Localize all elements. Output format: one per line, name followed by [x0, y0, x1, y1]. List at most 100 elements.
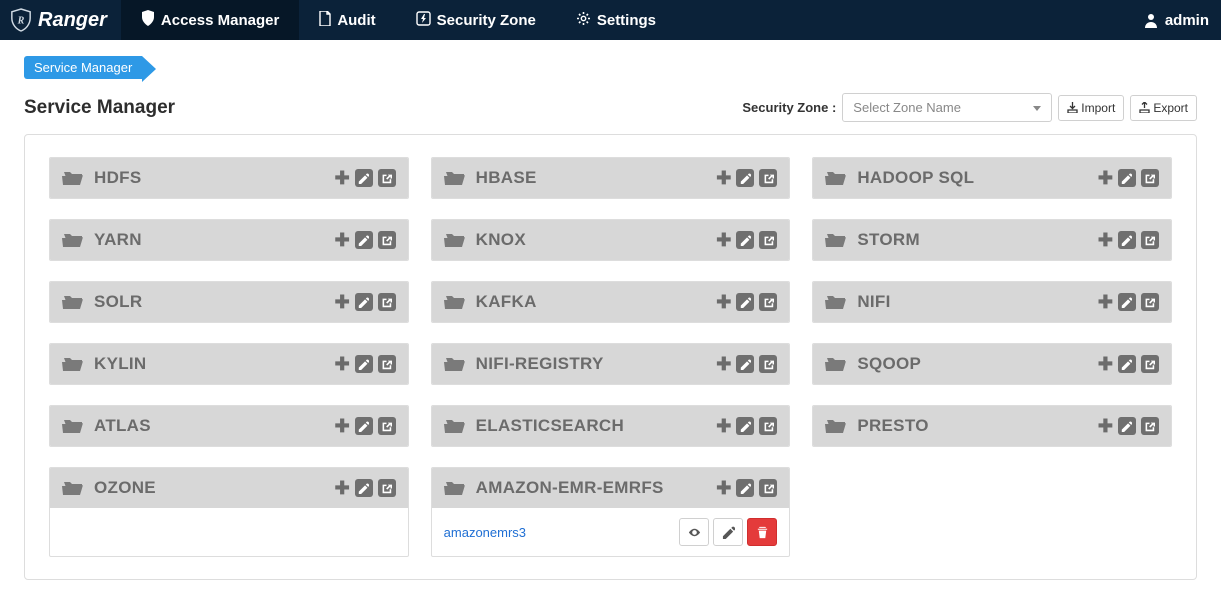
open-service-button[interactable]: [759, 479, 777, 497]
security-zone-placeholder: Select Zone Name: [853, 100, 961, 115]
edit-service-button[interactable]: [355, 231, 373, 249]
folder-icon: [62, 292, 84, 312]
add-service-button[interactable]: ✚: [335, 293, 350, 311]
open-service-button[interactable]: [1141, 293, 1159, 311]
folder-icon: [62, 168, 84, 188]
service-card-hadoopsql: HADOOP SQL ✚: [812, 157, 1172, 199]
open-service-button[interactable]: [378, 231, 396, 249]
edit-service-button[interactable]: [736, 293, 754, 311]
open-service-button[interactable]: [759, 417, 777, 435]
edit-service-button[interactable]: [736, 231, 754, 249]
import-button[interactable]: Import: [1058, 95, 1124, 121]
edit-service-button[interactable]: [1118, 355, 1136, 373]
open-service-button[interactable]: [378, 355, 396, 373]
open-service-button[interactable]: [759, 293, 777, 311]
service-instance-link[interactable]: amazonemrs3: [444, 525, 680, 540]
view-instance-button[interactable]: [679, 518, 709, 546]
add-service-button[interactable]: ✚: [335, 169, 350, 187]
service-title: NIFI: [857, 292, 1098, 312]
edit-service-button[interactable]: [355, 417, 373, 435]
service-card-nifi: NIFI ✚: [812, 281, 1172, 323]
import-icon: [1067, 102, 1078, 113]
add-service-button[interactable]: ✚: [716, 355, 731, 373]
add-service-button[interactable]: ✚: [1098, 169, 1113, 187]
open-service-button[interactable]: [378, 417, 396, 435]
open-service-button[interactable]: [759, 231, 777, 249]
security-zone-select[interactable]: Select Zone Name: [842, 93, 1052, 122]
open-service-button[interactable]: [1141, 231, 1159, 249]
edit-service-button[interactable]: [1118, 417, 1136, 435]
brand-text: Ranger: [38, 9, 107, 32]
edit-service-button[interactable]: [355, 169, 373, 187]
service-title: OZONE: [94, 478, 335, 498]
add-service-button[interactable]: ✚: [716, 231, 731, 249]
edit-service-button[interactable]: [736, 417, 754, 435]
folder-icon: [444, 230, 466, 250]
open-service-button[interactable]: [1141, 355, 1159, 373]
add-service-button[interactable]: ✚: [335, 417, 350, 435]
edit-service-button[interactable]: [1118, 293, 1136, 311]
nav-settings[interactable]: Settings: [556, 0, 676, 40]
delete-instance-button[interactable]: [747, 518, 777, 546]
nav-label: Access Manager: [161, 12, 279, 29]
add-service-button[interactable]: ✚: [1098, 231, 1113, 249]
open-service-button[interactable]: [1141, 417, 1159, 435]
folder-icon: [444, 478, 466, 498]
add-service-button[interactable]: ✚: [716, 417, 731, 435]
add-service-button[interactable]: ✚: [1098, 355, 1113, 373]
service-panel: HDFS ✚ HBASE ✚: [24, 134, 1197, 580]
service-card-yarn: YARN ✚: [49, 219, 409, 261]
brand[interactable]: R Ranger: [10, 8, 121, 32]
open-service-button[interactable]: [759, 355, 777, 373]
folder-icon: [62, 230, 84, 250]
service-title: KNOX: [476, 230, 717, 250]
edit-service-button[interactable]: [736, 479, 754, 497]
user-name: admin: [1165, 12, 1209, 29]
folder-icon: [62, 354, 84, 374]
user-icon: [1143, 12, 1159, 28]
user-menu[interactable]: admin: [1143, 12, 1209, 29]
export-button[interactable]: Export: [1130, 95, 1197, 121]
add-service-button[interactable]: ✚: [335, 231, 350, 249]
service-card-solr: SOLR ✚: [49, 281, 409, 323]
service-card-storm: STORM ✚: [812, 219, 1172, 261]
open-service-button[interactable]: [759, 169, 777, 187]
service-title: STORM: [857, 230, 1098, 250]
edit-service-button[interactable]: [355, 479, 373, 497]
service-title: ELASTICSEARCH: [476, 416, 717, 436]
edit-service-button[interactable]: [355, 293, 373, 311]
service-title: NIFI-REGISTRY: [476, 354, 717, 374]
edit-instance-button[interactable]: [713, 518, 743, 546]
breadcrumb-item[interactable]: Service Manager: [24, 56, 142, 79]
add-service-button[interactable]: ✚: [335, 479, 350, 497]
edit-service-button[interactable]: [736, 169, 754, 187]
edit-service-button[interactable]: [355, 355, 373, 373]
folder-icon: [62, 416, 84, 436]
open-service-button[interactable]: [378, 479, 396, 497]
service-card-atlas: ATLAS ✚: [49, 405, 409, 447]
nav-access-manager[interactable]: Access Manager: [121, 0, 299, 40]
folder-icon: [825, 292, 847, 312]
add-service-button[interactable]: ✚: [1098, 417, 1113, 435]
open-service-button[interactable]: [1141, 169, 1159, 187]
add-service-button[interactable]: ✚: [716, 479, 731, 497]
add-service-button[interactable]: ✚: [716, 169, 731, 187]
nav-label: Security Zone: [437, 12, 536, 29]
folder-icon: [825, 416, 847, 436]
open-service-button[interactable]: [378, 293, 396, 311]
service-card-presto: PRESTO ✚: [812, 405, 1172, 447]
add-service-button[interactable]: ✚: [1098, 293, 1113, 311]
service-title: PRESTO: [857, 416, 1098, 436]
service-title: YARN: [94, 230, 335, 250]
open-service-button[interactable]: [378, 169, 396, 187]
edit-service-button[interactable]: [736, 355, 754, 373]
folder-icon: [444, 292, 466, 312]
service-title: KAFKA: [476, 292, 717, 312]
folder-icon: [444, 354, 466, 374]
nav-audit[interactable]: Audit: [299, 0, 395, 40]
add-service-button[interactable]: ✚: [716, 293, 731, 311]
edit-service-button[interactable]: [1118, 231, 1136, 249]
edit-service-button[interactable]: [1118, 169, 1136, 187]
add-service-button[interactable]: ✚: [335, 355, 350, 373]
nav-security-zone[interactable]: Security Zone: [396, 0, 556, 40]
